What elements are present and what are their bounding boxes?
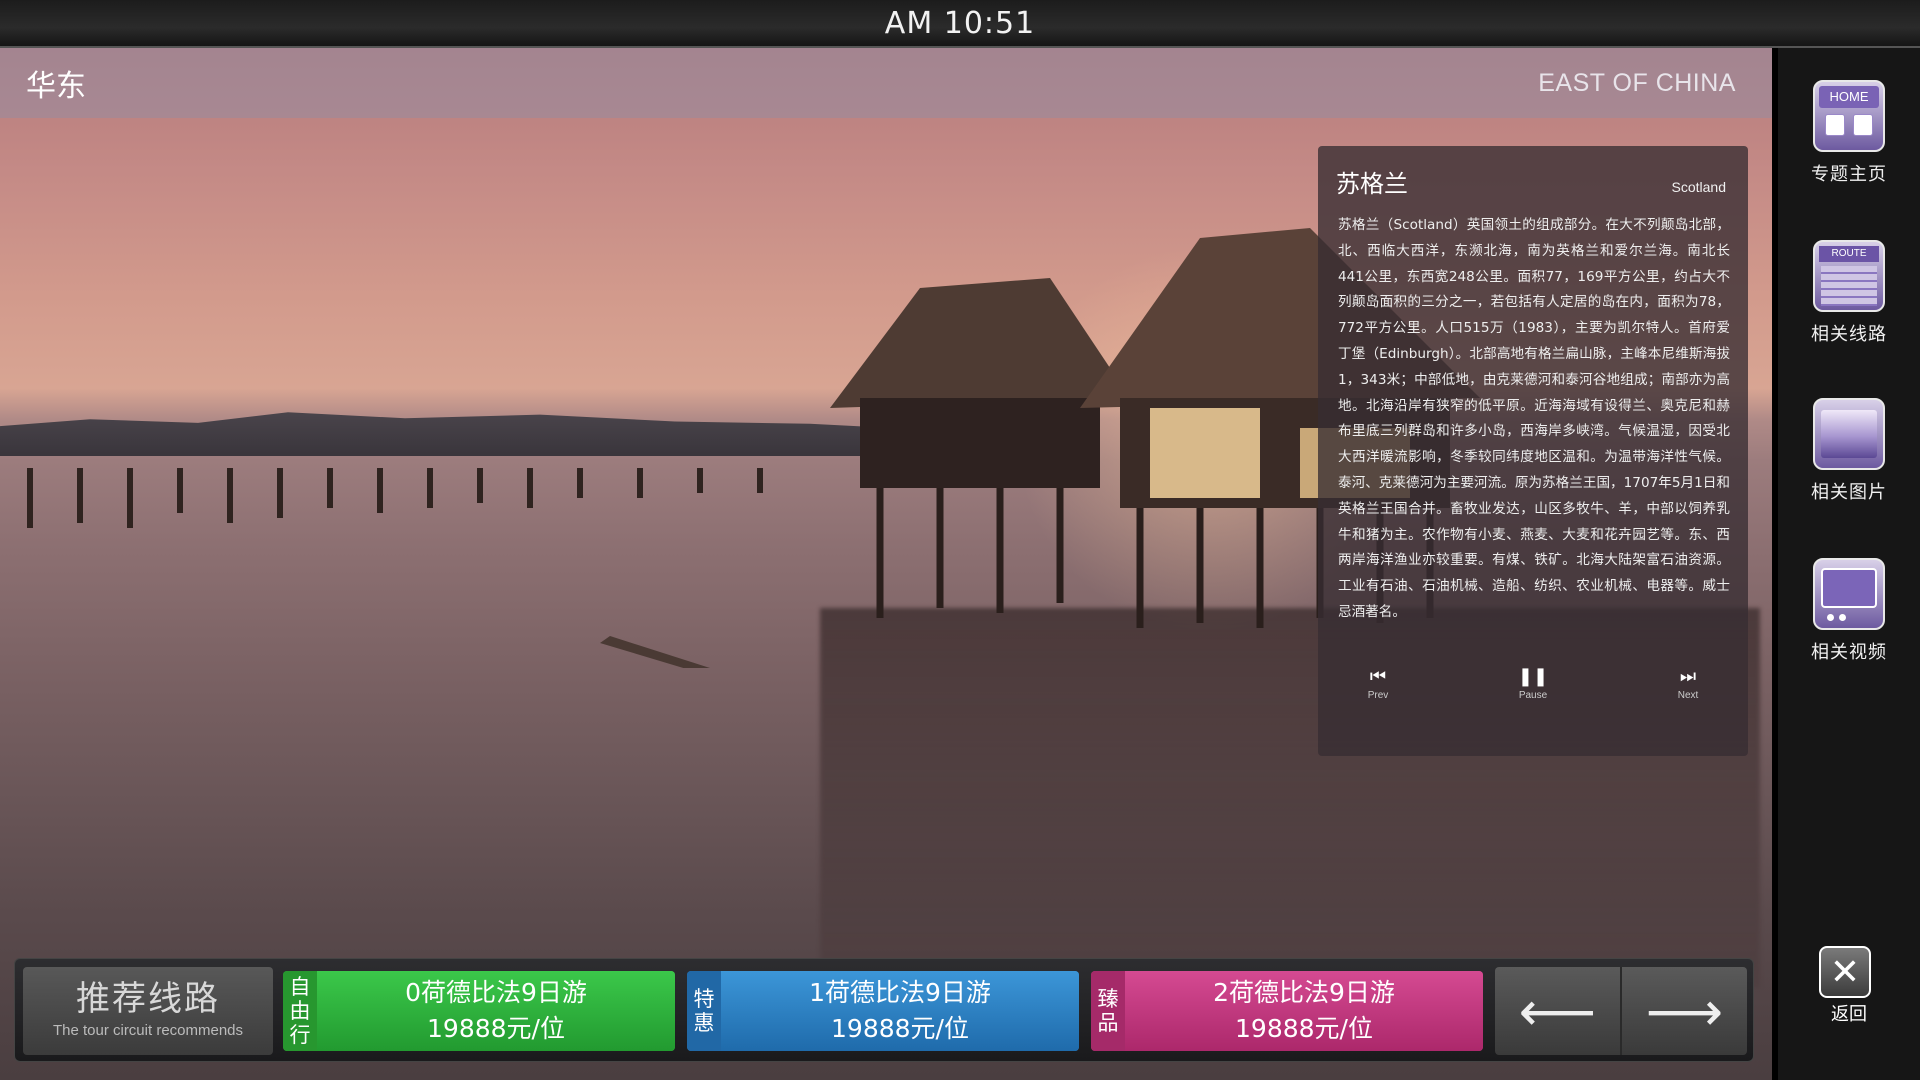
recommended-routes-bar: 推荐线路 The tour circuit recommends 自 由 行 0… [14, 958, 1754, 1062]
close-icon: ✕ [1829, 951, 1861, 993]
route-card-body: 0荷德比法9日游 19888元/位 [317, 971, 675, 1051]
route-name: 2荷德比法9日游 [1213, 978, 1395, 1007]
sidebar-item-videos[interactable]: 相关视频 [1778, 558, 1920, 664]
home-icon-text: HOME [1819, 86, 1879, 108]
recommended-routes-subtitle: The tour circuit recommends [52, 1022, 244, 1039]
route-price: 19888元/位 [1235, 1014, 1373, 1043]
destination-english-name: Scotland [1671, 179, 1726, 195]
route-card-1[interactable]: 特 惠 1荷德比法9日游 19888元/位 [687, 971, 1079, 1051]
info-panel-header: 苏格兰 Scotland [1334, 164, 1732, 213]
main-stage: 华东 EAST OF CHINA 苏格兰 Scotland 苏格兰（Scotla… [0, 48, 1772, 1080]
destination-name: 苏格兰 [1336, 170, 1408, 198]
route-tag: 臻 品 [1091, 971, 1125, 1051]
route-pager: ⟵ ⟶ [1495, 967, 1747, 1055]
route-card-body: 1荷德比法9日游 19888元/位 [721, 971, 1079, 1051]
destination-description: 苏格兰（Scotland）英国领土的组成部分。在大不列颠岛北部，北、西临大西洋，… [1338, 217, 1730, 620]
route-icon: ROUTE [1813, 240, 1885, 312]
arrow-left-icon: ⟵ [1518, 979, 1597, 1043]
route-tag-char: 特 [693, 987, 715, 1011]
next-button[interactable]: ⏭ Next [1658, 666, 1718, 701]
previous-page-button[interactable]: ⟵ [1495, 967, 1620, 1055]
sidebar-item-label: 专题主页 [1811, 164, 1887, 185]
arrow-right-icon: ⟶ [1645, 979, 1724, 1043]
skip-forward-icon: ⏭ [1679, 666, 1697, 687]
route-icon-text: ROUTE [1819, 246, 1879, 262]
route-tag-char: 由 [289, 999, 311, 1023]
recommended-routes-title: 推荐线路 [76, 979, 220, 1019]
route-tag-char: 行 [289, 1023, 311, 1047]
scenic-photo-hills [0, 412, 900, 456]
sidebar-item-label: 相关视频 [1811, 642, 1887, 663]
destination-info-panel: 苏格兰 Scotland 苏格兰（Scotland）英国领土的组成部分。在大不列… [1318, 146, 1748, 756]
prev-label: Prev [1367, 690, 1389, 701]
route-card-body: 2荷德比法9日游 19888元/位 [1125, 971, 1483, 1051]
route-price: 19888元/位 [831, 1014, 969, 1043]
video-icon [1813, 558, 1885, 630]
route-tag: 自 由 行 [283, 971, 317, 1051]
route-tag: 特 惠 [687, 971, 721, 1051]
sidebar-item-label: 相关线路 [1811, 324, 1887, 345]
sidebar-item-routes[interactable]: ROUTE 相关线路 [1778, 240, 1920, 346]
skip-back-icon: ⏮ [1369, 666, 1387, 687]
clock: AM 10:51 [884, 5, 1036, 41]
next-label: Next [1677, 690, 1699, 701]
route-tag-char: 自 [289, 975, 311, 999]
sidebar-item-label: 相关图片 [1811, 482, 1887, 503]
status-bar: AM 10:51 [0, 0, 1920, 48]
sidebar: HOME 专题主页 ROUTE 相关线路 相关图片 相关视频 [1778, 48, 1920, 1080]
home-icon: HOME [1813, 80, 1885, 152]
route-card-2[interactable]: 臻 品 2荷德比法9日游 19888元/位 [1091, 971, 1483, 1051]
route-tag-char: 品 [1097, 1011, 1119, 1035]
route-price: 19888元/位 [427, 1014, 565, 1043]
pause-label: Pause [1518, 690, 1548, 701]
pause-button[interactable]: ❚❚ Pause [1503, 666, 1563, 701]
route-tag-char: 臻 [1097, 987, 1119, 1011]
route-name: 1荷德比法9日游 [809, 978, 991, 1007]
page-subtitle: EAST OF CHINA [1538, 68, 1736, 97]
next-page-button[interactable]: ⟶ [1620, 967, 1747, 1055]
sidebar-item-home[interactable]: HOME 专题主页 [1778, 80, 1920, 186]
route-name: 0荷德比法9日游 [405, 978, 587, 1007]
page-title: 华东 [26, 69, 86, 104]
sidebar-item-pictures[interactable]: 相关图片 [1778, 398, 1920, 504]
close-label: 返回 [1831, 1004, 1867, 1025]
close-button[interactable]: ✕ [1819, 946, 1871, 998]
recommended-routes-heading: 推荐线路 The tour circuit recommends [23, 967, 273, 1055]
media-controls: ⏮ Prev ❚❚ Pause ⏭ Next [1348, 666, 1718, 701]
pause-icon: ❚❚ [1517, 666, 1549, 687]
route-card-0[interactable]: 自 由 行 0荷德比法9日游 19888元/位 [283, 971, 675, 1051]
prev-button[interactable]: ⏮ Prev [1348, 666, 1408, 701]
picture-icon [1813, 398, 1885, 470]
route-tag-char: 惠 [693, 1011, 715, 1035]
page-header: 华东 EAST OF CHINA [0, 48, 1772, 118]
